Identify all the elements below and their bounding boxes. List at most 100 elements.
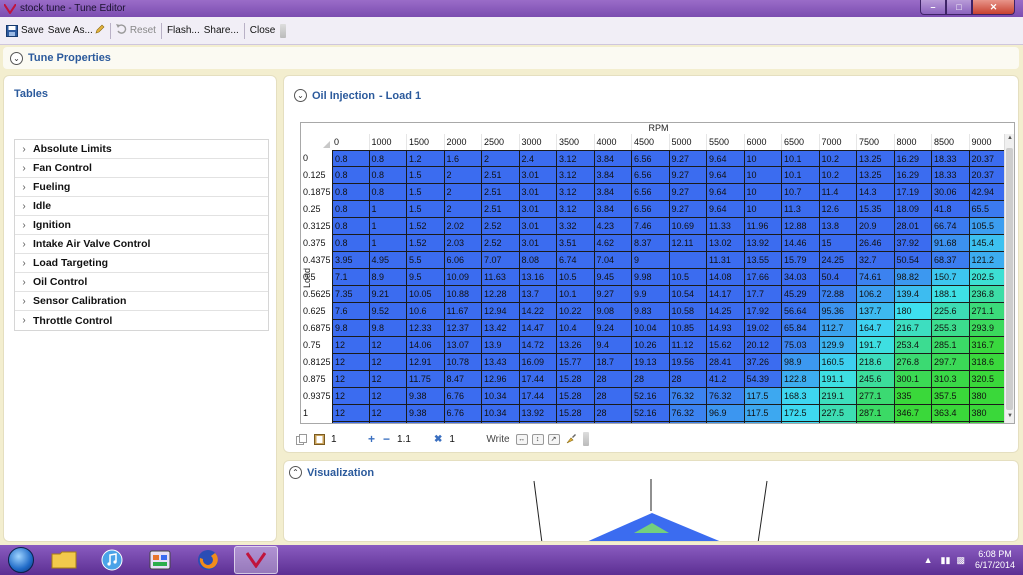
column-header[interactable]: 1500 xyxy=(407,134,445,150)
table-cell[interactable]: 7.1 xyxy=(332,269,370,286)
maximize-button[interactable]: □ xyxy=(946,0,972,15)
table-cell[interactable]: 13.92 xyxy=(519,422,557,423)
table-cell[interactable]: 18.7 xyxy=(594,354,632,371)
copy-icon[interactable] xyxy=(295,433,307,445)
table-cell[interactable]: 50.4 xyxy=(819,269,857,286)
table-cell[interactable]: 9.4 xyxy=(594,337,632,354)
table-cell[interactable]: 28.41 xyxy=(707,354,745,371)
table-cell[interactable]: 7.46 xyxy=(632,218,670,235)
table-cell[interactable]: 8.37 xyxy=(632,235,670,252)
table-cell[interactable]: 54.39 xyxy=(744,371,782,388)
table-cell[interactable]: 75.03 xyxy=(782,337,820,354)
table-cell[interactable]: 137.7 xyxy=(857,303,895,320)
table-cell[interactable]: 15.62 xyxy=(707,337,745,354)
table-cell[interactable]: 9.5 xyxy=(407,269,445,286)
table-cell[interactable]: 320.5 xyxy=(969,371,1007,388)
table-cell[interactable]: 6.76 xyxy=(444,388,482,405)
minimize-button[interactable]: – xyxy=(920,0,946,15)
table-cell[interactable]: 10.58 xyxy=(669,303,707,320)
chevron-right-icon[interactable]: › xyxy=(15,182,33,193)
table-cell[interactable]: 106.2 xyxy=(857,286,895,303)
table-cell[interactable]: 6.56 xyxy=(632,201,670,218)
table-cell[interactable]: 9.38 xyxy=(407,422,445,423)
table-cell[interactable]: 76.32 xyxy=(707,388,745,405)
table-cell[interactable]: 15.28 xyxy=(557,422,595,423)
tables-tree-item[interactable]: › Throttle Control xyxy=(15,311,268,330)
table-cell[interactable]: 18.09 xyxy=(894,201,932,218)
column-header[interactable]: 5000 xyxy=(670,134,707,150)
table-cell[interactable]: 12.11 xyxy=(669,235,707,252)
table-cell[interactable]: 19.56 xyxy=(669,354,707,371)
row-header[interactable]: 0.4375 xyxy=(301,252,332,269)
table-cell[interactable]: 12 xyxy=(332,405,370,422)
tables-tree-item[interactable]: › Load Targeting xyxy=(15,254,268,273)
table-cell[interactable]: 15.79 xyxy=(782,252,820,269)
table-cell[interactable]: 9.64 xyxy=(707,167,745,184)
table-cell[interactable]: 357.5 xyxy=(932,388,970,405)
table-cell[interactable]: 2.4 xyxy=(519,150,557,167)
table-cell[interactable]: 91.68 xyxy=(932,235,970,252)
table-cell[interactable]: 236.8 xyxy=(969,286,1007,303)
share-button[interactable]: Share... xyxy=(202,21,241,41)
table-cell[interactable]: 202.5 xyxy=(969,269,1007,286)
write-button[interactable]: Write xyxy=(486,434,509,445)
vertical-scrollbar[interactable]: ▲ ▼ xyxy=(1004,134,1014,423)
row-header[interactable]: 0.375 xyxy=(301,235,332,252)
scroll-thumb[interactable] xyxy=(1006,148,1013,410)
table-cell[interactable]: 346.7 xyxy=(894,422,932,423)
table-cell[interactable]: 18.33 xyxy=(932,167,970,184)
table-cell[interactable]: 271.1 xyxy=(969,303,1007,320)
table-cell[interactable]: 3.84 xyxy=(594,201,632,218)
column-header[interactable]: 0 xyxy=(332,134,370,150)
chevron-right-icon[interactable]: › xyxy=(15,144,33,155)
edit-toolbar-grip[interactable] xyxy=(582,432,589,446)
table-cell[interactable]: 0.8 xyxy=(369,167,407,184)
table-cell[interactable]: 11.3 xyxy=(782,201,820,218)
table-cell[interactable]: 15 xyxy=(819,235,857,252)
table-cell[interactable]: 98.9 xyxy=(782,354,820,371)
table-cell[interactable]: 12 xyxy=(369,422,407,423)
table-cell[interactable]: 14.08 xyxy=(707,269,745,286)
multiply-value-input[interactable]: 1.1 xyxy=(394,434,430,445)
table-cell[interactable]: 14.47 xyxy=(519,320,557,337)
table-cell[interactable]: 10.04 xyxy=(632,320,670,337)
table-cell[interactable]: 10.7 xyxy=(782,184,820,201)
table-cell[interactable]: 6.56 xyxy=(632,150,670,167)
table-cell[interactable]: 188.1 xyxy=(932,286,970,303)
table-cell[interactable]: 9.52 xyxy=(369,303,407,320)
step-value-input[interactable]: 1 xyxy=(328,434,364,445)
table-cell[interactable]: 30.06 xyxy=(932,184,970,201)
chevron-right-icon[interactable]: › xyxy=(15,277,33,288)
save-button[interactable]: Save xyxy=(4,21,46,41)
table-cell[interactable]: 9.21 xyxy=(369,286,407,303)
table-cell[interactable]: 28 xyxy=(594,422,632,423)
table-cell[interactable]: 245.6 xyxy=(857,371,895,388)
table-cell[interactable]: 3.01 xyxy=(519,184,557,201)
table-cell[interactable]: 10.2 xyxy=(819,150,857,167)
table-cell[interactable]: 7.6 xyxy=(332,303,370,320)
table-cell[interactable]: 9.24 xyxy=(594,320,632,337)
table-cell[interactable]: 17.92 xyxy=(744,303,782,320)
table-cell[interactable]: 95.36 xyxy=(819,303,857,320)
table-cell[interactable]: 12 xyxy=(369,371,407,388)
chevron-right-icon[interactable]: › xyxy=(15,315,33,326)
table-cell[interactable]: 12.91 xyxy=(407,354,445,371)
table-cell[interactable]: 16.09 xyxy=(519,354,557,371)
table-cell[interactable]: 218.6 xyxy=(857,354,895,371)
table-cell[interactable]: 2 xyxy=(482,150,520,167)
table-cell[interactable]: 13.42 xyxy=(482,320,520,337)
table-cell[interactable]: 12 xyxy=(332,371,370,388)
table-cell[interactable]: 11.33 xyxy=(707,218,745,235)
tables-tree-item[interactable]: › Oil Control xyxy=(15,273,268,292)
table-cell[interactable]: 12.88 xyxy=(782,218,820,235)
row-header[interactable]: 0.1875 xyxy=(301,184,332,201)
set-value-input[interactable]: 1 xyxy=(446,434,482,445)
table-cell[interactable]: 10.05 xyxy=(407,286,445,303)
table-cell[interactable]: 122.8 xyxy=(782,371,820,388)
column-header[interactable]: 6500 xyxy=(782,134,820,150)
table-cell[interactable]: 1.5 xyxy=(407,184,445,201)
table-cell[interactable]: 10.4 xyxy=(557,320,595,337)
chevron-down-icon[interactable]: ⌄ xyxy=(294,89,307,102)
table-cell[interactable]: 9.38 xyxy=(407,388,445,405)
table-cell[interactable]: 11.12 xyxy=(669,337,707,354)
